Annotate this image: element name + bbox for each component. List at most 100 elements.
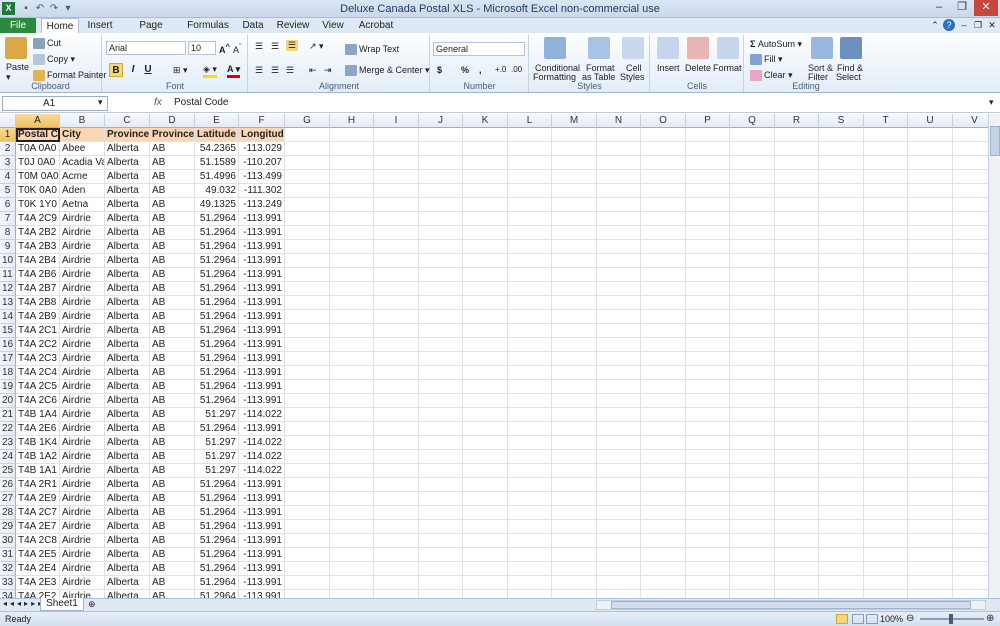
table-cell[interactable]: Airdrie	[60, 534, 105, 548]
table-cell[interactable]	[374, 184, 419, 198]
tab-data[interactable]: Data	[240, 18, 266, 33]
row-header[interactable]: 31	[0, 548, 16, 562]
table-cell[interactable]: AB	[150, 380, 195, 394]
table-cell[interactable]	[953, 156, 988, 170]
table-cell[interactable]: 51.2964	[195, 576, 239, 590]
table-cell[interactable]: AB	[150, 464, 195, 478]
table-cell[interactable]	[285, 184, 330, 198]
row-header[interactable]: 15	[0, 324, 16, 338]
format-cells-icon[interactable]	[717, 37, 739, 59]
table-cell[interactable]: Airdrie	[60, 576, 105, 590]
table-cell[interactable]: -113.991	[239, 506, 285, 520]
table-cell[interactable]	[463, 324, 508, 338]
table-cell[interactable]	[285, 240, 330, 254]
table-cell[interactable]: Alberta	[105, 142, 150, 156]
select-all-corner[interactable]	[0, 114, 16, 128]
header-cell[interactable]	[686, 128, 730, 142]
table-cell[interactable]: Airdrie	[60, 338, 105, 352]
table-cell[interactable]: -113.991	[239, 590, 285, 598]
table-cell[interactable]: Alberta	[105, 324, 150, 338]
table-cell[interactable]	[552, 576, 597, 590]
table-cell[interactable]: AB	[150, 394, 195, 408]
currency-button[interactable]: $	[437, 65, 442, 75]
row-header[interactable]: 25	[0, 464, 16, 478]
table-cell[interactable]	[285, 324, 330, 338]
table-cell[interactable]	[775, 170, 819, 184]
table-cell[interactable]	[285, 142, 330, 156]
table-cell[interactable]	[730, 226, 775, 240]
table-cell[interactable]	[330, 520, 374, 534]
table-cell[interactable]	[597, 254, 641, 268]
table-cell[interactable]	[330, 408, 374, 422]
table-cell[interactable]	[508, 450, 552, 464]
table-cell[interactable]	[730, 198, 775, 212]
table-cell[interactable]: 51.2964	[195, 520, 239, 534]
table-cell[interactable]: -113.991	[239, 310, 285, 324]
table-cell[interactable]	[953, 450, 988, 464]
table-cell[interactable]	[463, 156, 508, 170]
page-break-view-icon[interactable]	[866, 614, 878, 624]
table-cell[interactable]	[730, 254, 775, 268]
horizontal-scroll-thumb[interactable]	[611, 601, 971, 609]
table-cell[interactable]	[597, 450, 641, 464]
table-cell[interactable]: -114.022	[239, 408, 285, 422]
table-cell[interactable]	[775, 212, 819, 226]
table-cell[interactable]	[463, 394, 508, 408]
table-cell[interactable]	[686, 324, 730, 338]
table-cell[interactable]: AB	[150, 254, 195, 268]
table-cell[interactable]	[597, 212, 641, 226]
table-cell[interactable]: AB	[150, 338, 195, 352]
table-cell[interactable]	[953, 296, 988, 310]
column-header-c[interactable]: C	[105, 114, 150, 128]
table-cell[interactable]	[419, 408, 463, 422]
header-cell[interactable]: City	[60, 128, 105, 142]
table-cell[interactable]	[641, 520, 686, 534]
table-cell[interactable]	[552, 366, 597, 380]
table-cell[interactable]: AB	[150, 408, 195, 422]
table-cell[interactable]: T4A 2B7	[16, 282, 60, 296]
table-cell[interactable]	[597, 142, 641, 156]
table-cell[interactable]	[730, 240, 775, 254]
doc-restore-icon[interactable]: ❐	[972, 19, 984, 31]
table-cell[interactable]	[864, 520, 908, 534]
increase-indent-icon[interactable]: ⇥	[324, 65, 332, 76]
table-cell[interactable]: -111.302	[239, 184, 285, 198]
fill-color-icon[interactable]: ◈ ▾	[203, 64, 217, 78]
column-header-o[interactable]: O	[641, 114, 686, 128]
zoom-in-button[interactable]: ⊕	[986, 613, 994, 624]
table-cell[interactable]	[330, 590, 374, 598]
table-cell[interactable]	[775, 156, 819, 170]
table-cell[interactable]: T4B 1A1	[16, 464, 60, 478]
table-cell[interactable]	[730, 408, 775, 422]
table-cell[interactable]: AB	[150, 450, 195, 464]
table-cell[interactable]: T0A 0A0	[16, 142, 60, 156]
table-cell[interactable]: Alberta	[105, 478, 150, 492]
table-cell[interactable]	[864, 170, 908, 184]
table-cell[interactable]	[374, 170, 419, 184]
table-cell[interactable]	[641, 254, 686, 268]
table-cell[interactable]	[775, 240, 819, 254]
table-cell[interactable]	[819, 212, 864, 226]
table-cell[interactable]	[419, 254, 463, 268]
normal-view-icon[interactable]	[836, 614, 848, 624]
table-cell[interactable]	[508, 170, 552, 184]
table-cell[interactable]	[374, 520, 419, 534]
table-cell[interactable]: Alberta	[105, 450, 150, 464]
table-cell[interactable]: T0M 0A0	[16, 170, 60, 184]
table-cell[interactable]	[641, 268, 686, 282]
table-cell[interactable]	[552, 184, 597, 198]
table-cell[interactable]	[552, 254, 597, 268]
table-cell[interactable]: Airdrie	[60, 268, 105, 282]
copy-button[interactable]: Copy ▾	[33, 54, 75, 66]
table-cell[interactable]	[775, 254, 819, 268]
table-cell[interactable]	[864, 142, 908, 156]
table-cell[interactable]: Alberta	[105, 576, 150, 590]
table-cell[interactable]	[864, 576, 908, 590]
table-cell[interactable]: Alberta	[105, 184, 150, 198]
table-cell[interactable]	[908, 240, 953, 254]
table-cell[interactable]	[285, 408, 330, 422]
table-cell[interactable]: T4A 2B6	[16, 268, 60, 282]
row-header[interactable]: 30	[0, 534, 16, 548]
table-cell[interactable]: T4A 2C7	[16, 506, 60, 520]
table-cell[interactable]	[463, 296, 508, 310]
